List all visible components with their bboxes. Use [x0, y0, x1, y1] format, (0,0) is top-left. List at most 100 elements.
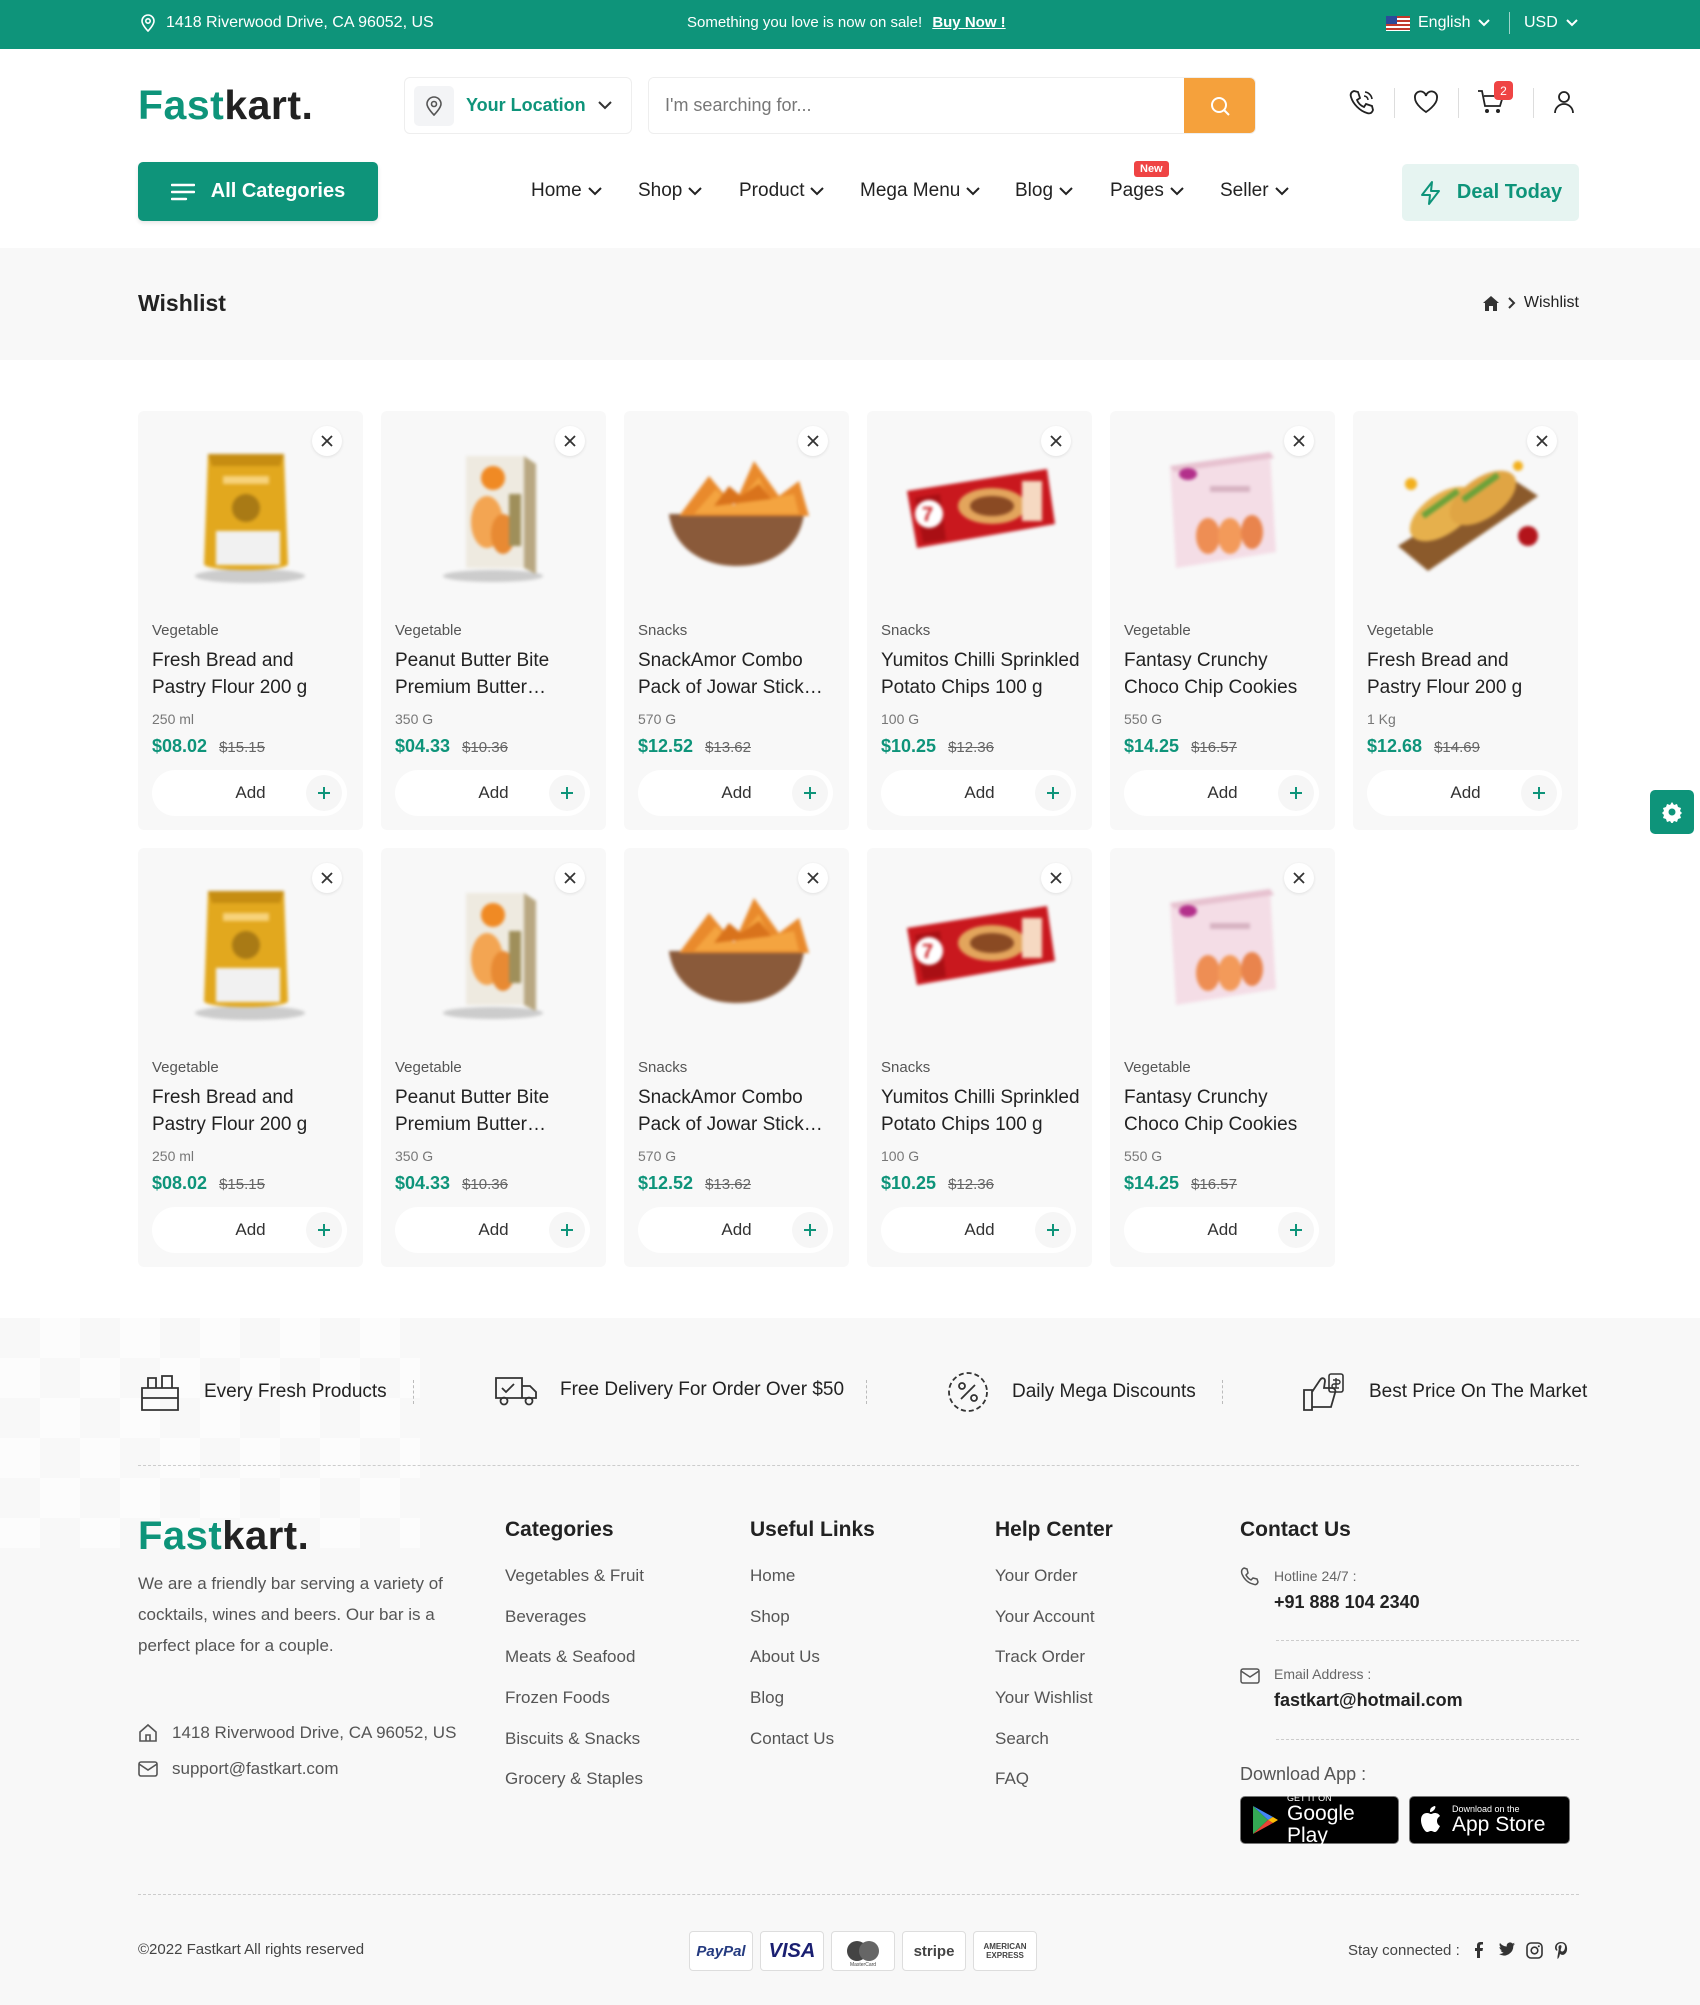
add-to-cart-button[interactable]: Add: [881, 1207, 1076, 1253]
product-name[interactable]: Fresh Bread and Pastry Flour 200 g: [1367, 647, 1567, 701]
search-button[interactable]: [1184, 78, 1255, 133]
plus-icon[interactable]: [549, 775, 585, 811]
buy-now-link[interactable]: Buy Now !: [932, 14, 1005, 31]
footer-link[interactable]: Contact Us: [750, 1729, 834, 1749]
plus-icon[interactable]: [1521, 775, 1557, 811]
add-to-cart-button[interactable]: Add: [638, 1207, 833, 1253]
instagram-icon[interactable]: [1525, 1941, 1543, 1959]
product-name[interactable]: Yumitos Chilli Sprinkled Potato Chips 10…: [881, 1084, 1081, 1138]
nav-seller[interactable]: Seller: [1220, 180, 1289, 202]
plus-icon[interactable]: [1035, 775, 1071, 811]
heart-icon[interactable]: [1412, 88, 1440, 116]
nav-blog[interactable]: Blog: [1015, 180, 1073, 202]
pinterest-icon[interactable]: [1553, 1941, 1569, 1959]
remove-button[interactable]: [1284, 863, 1314, 893]
settings-button[interactable]: [1650, 790, 1694, 834]
footer-link[interactable]: Your Wishlist: [995, 1688, 1093, 1708]
footer-link[interactable]: Shop: [750, 1607, 790, 1627]
product-card[interactable]: Snacks SnackAmor Combo Pack of Jowar Stic…: [624, 411, 849, 830]
location-selector[interactable]: Your Location: [404, 77, 632, 134]
product-card[interactable]: Snacks SnackAmor Combo Pack of Jowar Stic…: [624, 848, 849, 1267]
language-selector[interactable]: English: [1386, 14, 1491, 32]
add-to-cart-button[interactable]: Add: [1367, 770, 1562, 816]
nav-home[interactable]: Home: [531, 180, 602, 202]
hotline-number[interactable]: +91 888 104 2340: [1274, 1592, 1420, 1613]
product-image[interactable]: [1140, 436, 1305, 586]
remove-button[interactable]: [798, 863, 828, 893]
product-name[interactable]: Fresh Bread and Pastry Flour 200 g: [152, 647, 352, 701]
product-image[interactable]: [1140, 873, 1305, 1023]
product-image[interactable]: [1383, 436, 1548, 586]
remove-button[interactable]: [1284, 426, 1314, 456]
remove-button[interactable]: [798, 426, 828, 456]
product-name[interactable]: Peanut Butter Bite Premium Butter Cookie…: [395, 647, 595, 701]
add-to-cart-button[interactable]: Add: [1124, 770, 1319, 816]
add-to-cart-button[interactable]: Add: [881, 770, 1076, 816]
search-input[interactable]: [649, 78, 1184, 133]
footer-email[interactable]: support@fastkart.com: [138, 1759, 339, 1779]
product-name[interactable]: Fresh Bread and Pastry Flour 200 g: [152, 1084, 352, 1138]
home-icon[interactable]: [1482, 295, 1500, 312]
contact-email[interactable]: fastkart@hotmail.com: [1274, 1690, 1463, 1711]
product-image[interactable]: [411, 436, 576, 586]
product-card[interactable]: Vegetable Peanut Butter Bite Premium Butt…: [381, 411, 606, 830]
footer-link[interactable]: FAQ: [995, 1769, 1029, 1789]
product-image[interactable]: 7: [897, 436, 1062, 586]
footer-link[interactable]: Search: [995, 1729, 1049, 1749]
phone-icon[interactable]: [1348, 88, 1376, 116]
logo[interactable]: Fastkart.: [138, 82, 313, 129]
nav-mega-menu[interactable]: Mega Menu: [860, 180, 981, 202]
footer-link[interactable]: Your Account: [995, 1607, 1095, 1627]
product-name[interactable]: SnackAmor Combo Pack of Jowar Stick and …: [638, 647, 838, 701]
plus-icon[interactable]: [1278, 775, 1314, 811]
product-card[interactable]: Vegetable Fantasy Crunchy Choco Chip Cook…: [1110, 411, 1335, 830]
footer-link[interactable]: Your Order: [995, 1566, 1078, 1586]
product-card[interactable]: Vegetable Peanut Butter Bite Premium Butt…: [381, 848, 606, 1267]
footer-link[interactable]: Vegetables & Fruit: [505, 1566, 644, 1586]
product-name[interactable]: Yumitos Chilli Sprinkled Potato Chips 10…: [881, 647, 1081, 701]
remove-button[interactable]: [1041, 426, 1071, 456]
facebook-icon[interactable]: [1470, 1941, 1488, 1959]
footer-link[interactable]: Frozen Foods: [505, 1688, 610, 1708]
footer-link[interactable]: Biscuits & Snacks: [505, 1729, 640, 1749]
plus-icon[interactable]: [306, 1212, 342, 1248]
remove-button[interactable]: [1527, 426, 1557, 456]
remove-button[interactable]: [1041, 863, 1071, 893]
add-to-cart-button[interactable]: Add: [152, 770, 347, 816]
footer-link[interactable]: Beverages: [505, 1607, 586, 1627]
product-image[interactable]: [168, 873, 333, 1023]
add-to-cart-button[interactable]: Add: [1124, 1207, 1319, 1253]
footer-link[interactable]: Track Order: [995, 1647, 1085, 1667]
plus-icon[interactable]: [1035, 1212, 1071, 1248]
product-image[interactable]: [654, 436, 819, 586]
product-name[interactable]: Fantasy Crunchy Choco Chip Cookies: [1124, 1084, 1324, 1138]
product-image[interactable]: [168, 436, 333, 586]
plus-icon[interactable]: [1278, 1212, 1314, 1248]
product-card[interactable]: Vegetable Fresh Bread and Pastry Flour 20…: [138, 848, 363, 1267]
add-to-cart-button[interactable]: Add: [395, 770, 590, 816]
remove-button[interactable]: [312, 863, 342, 893]
all-categories-button[interactable]: All Categories: [138, 162, 378, 221]
footer-link[interactable]: Home: [750, 1566, 795, 1586]
footer-link[interactable]: Meats & Seafood: [505, 1647, 635, 1667]
footer-link[interactable]: About Us: [750, 1647, 820, 1667]
currency-selector[interactable]: USD: [1524, 14, 1578, 32]
add-to-cart-button[interactable]: Add: [395, 1207, 590, 1253]
twitter-icon[interactable]: [1498, 1942, 1516, 1958]
user-icon[interactable]: [1550, 88, 1578, 116]
footer-link[interactable]: Blog: [750, 1688, 784, 1708]
nav-pages[interactable]: Pages: [1110, 180, 1184, 202]
product-image[interactable]: [654, 873, 819, 1023]
plus-icon[interactable]: [549, 1212, 585, 1248]
plus-icon[interactable]: [792, 775, 828, 811]
product-name[interactable]: Peanut Butter Bite Premium Butter Cookie…: [395, 1084, 595, 1138]
product-card[interactable]: Vegetable Fresh Bread and Pastry Flour 20…: [1353, 411, 1578, 830]
product-image[interactable]: 7: [897, 873, 1062, 1023]
product-name[interactable]: SnackAmor Combo Pack of Jowar Stick and …: [638, 1084, 838, 1138]
remove-button[interactable]: [555, 426, 585, 456]
add-to-cart-button[interactable]: Add: [638, 770, 833, 816]
footer-logo[interactable]: Fastkart.: [138, 1514, 309, 1559]
footer-link[interactable]: Grocery & Staples: [505, 1769, 643, 1789]
google-play-button[interactable]: GET IT ON Google Play: [1240, 1793, 1399, 1847]
nav-product[interactable]: Product: [739, 180, 825, 202]
